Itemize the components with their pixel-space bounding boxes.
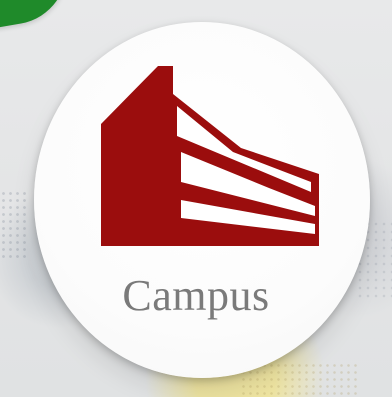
background-dots-left [0, 190, 28, 260]
building-icon [101, 66, 321, 246]
campus-page: Campus [0, 0, 392, 397]
corner-accent [0, 0, 76, 34]
campus-label: Campus [122, 271, 270, 320]
